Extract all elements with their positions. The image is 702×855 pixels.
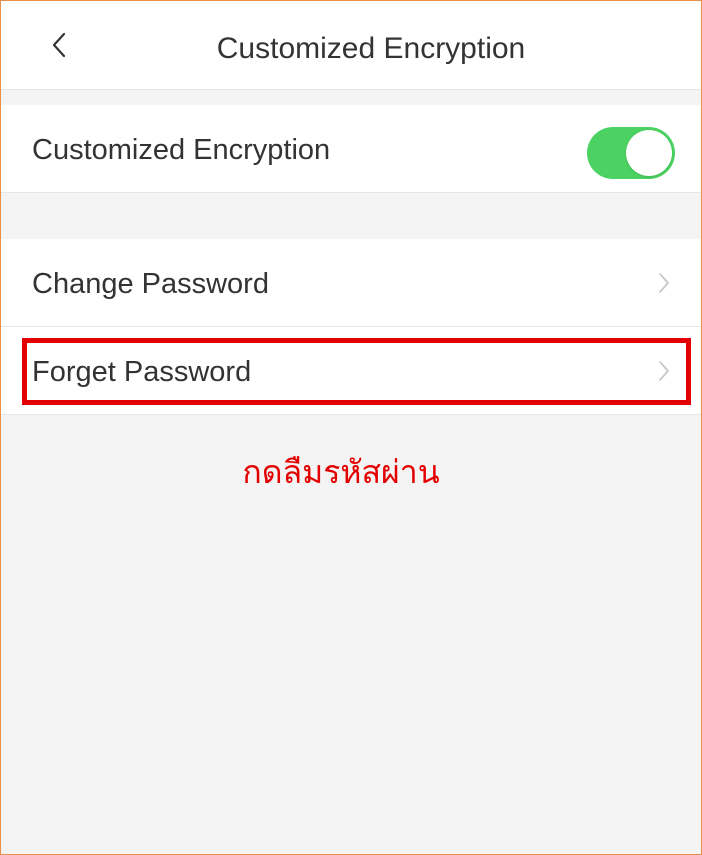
encryption-toggle-row: Customized Encryption <box>1 105 701 193</box>
app-screen: Customized Encryption Customized Encrypt… <box>0 0 702 855</box>
forget-password-label: Forget Password <box>32 356 252 388</box>
chevron-right-icon <box>659 361 669 381</box>
toggle-knob <box>626 130 672 176</box>
change-password-label: Change Password <box>32 268 269 300</box>
annotation-text: กดลืมรหัสผ่าน <box>242 453 440 491</box>
forget-password-row[interactable]: Forget Password <box>1 327 701 415</box>
chevron-right-icon <box>659 273 669 293</box>
page-title: Customized Encryption <box>216 32 526 65</box>
encryption-toggle[interactable] <box>587 127 675 179</box>
encryption-section: Customized Encryption <box>1 105 701 193</box>
change-password-row[interactable]: Change Password <box>1 239 701 327</box>
encryption-toggle-label: Customized Encryption <box>32 134 331 166</box>
password-section: Change Password Forget Password <box>1 239 701 415</box>
navigation-bar: Customized Encryption <box>1 1 701 90</box>
